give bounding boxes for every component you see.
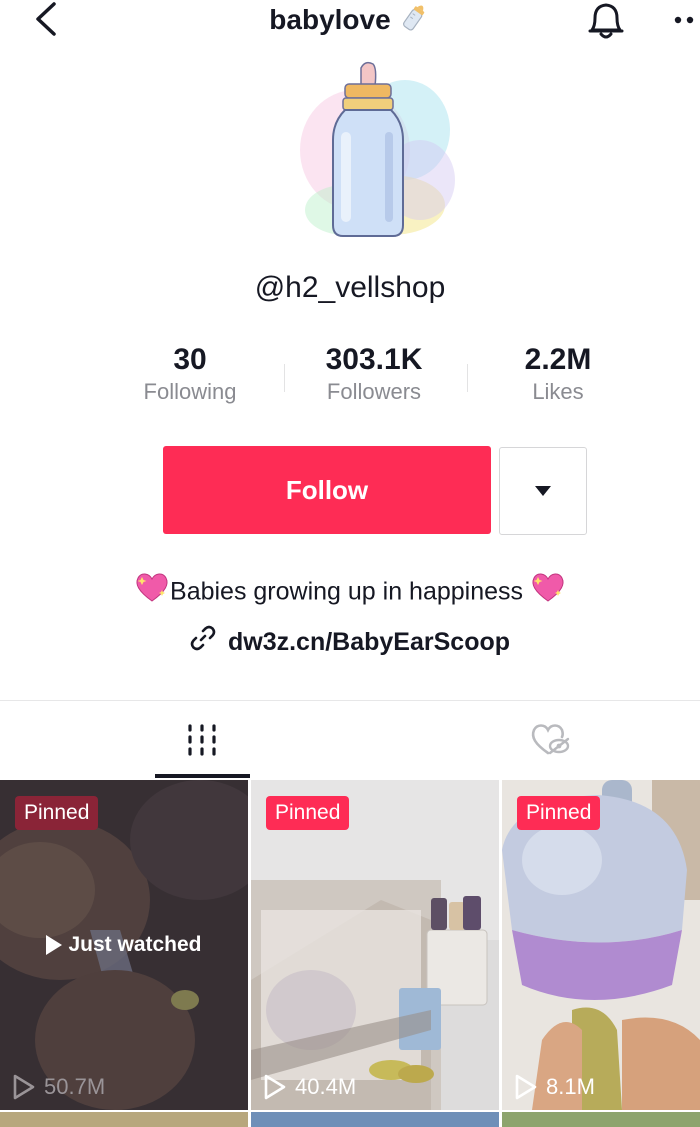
- title-text: babylove: [269, 3, 391, 35]
- bell-icon: [588, 3, 624, 39]
- back-button[interactable]: [26, 0, 66, 40]
- video-tile[interactable]: Pinned 8.1M: [502, 780, 700, 1110]
- bio-text: Babies growing up in happiness: [170, 577, 524, 606]
- follow-button[interactable]: Follow: [163, 446, 491, 534]
- stat-following[interactable]: 30 Following: [100, 342, 280, 406]
- view-count: 40.4M: [263, 1074, 356, 1100]
- videos-grid-icon: [188, 724, 216, 756]
- liked-hidden-icon: [531, 724, 570, 755]
- stat-likes[interactable]: 2.2M Likes: [468, 342, 648, 406]
- chevron-left-icon: [36, 2, 56, 36]
- active-tab-indicator: [155, 774, 250, 778]
- stat-followers[interactable]: 303.1K Followers: [284, 342, 464, 406]
- video-tile-partial[interactable]: [251, 1112, 499, 1127]
- page-title: babylove: [200, 0, 500, 43]
- view-count-text: 40.4M: [295, 1074, 357, 1099]
- likes-label: Likes: [532, 379, 584, 404]
- tab-liked[interactable]: [375, 701, 700, 779]
- video-tile-partial[interactable]: [0, 1112, 248, 1127]
- just-watched-text: Just watched: [68, 933, 202, 956]
- link-icon: [190, 625, 216, 661]
- tab-videos[interactable]: [27, 701, 377, 779]
- followers-count: 303.1K: [325, 343, 423, 376]
- suggested-accounts-button[interactable]: [499, 447, 587, 535]
- view-count: 8.1M: [514, 1074, 595, 1100]
- top-bar: babylove: [0, 0, 700, 40]
- avatar[interactable]: [285, 60, 465, 245]
- pinned-badge: Pinned: [517, 796, 601, 830]
- following-count: 30: [173, 343, 207, 376]
- caret-down-icon: [535, 486, 551, 496]
- link-text: dw3z.cn/BabyEarScoop: [227, 628, 511, 656]
- more-dots-icon: [674, 16, 694, 24]
- view-count: 50.7M: [12, 1074, 105, 1100]
- play-outline-icon: [13, 1074, 35, 1100]
- video-tile-partial[interactable]: [502, 1112, 700, 1127]
- likes-count: 2.2M: [524, 343, 592, 376]
- profile-link[interactable]: dw3z.cn/BabyEarScoop: [0, 624, 700, 661]
- video-tile[interactable]: Pinned Just watched 50.7M: [0, 780, 248, 1110]
- bio: Babies growing up in happiness: [0, 570, 700, 616]
- pinned-badge: Pinned: [15, 796, 99, 830]
- baby-bottle-icon: [397, 0, 431, 43]
- video-tile[interactable]: Pinned 40.4M: [251, 780, 499, 1110]
- play-icon: [46, 935, 63, 956]
- pinned-badge: Pinned: [266, 796, 350, 830]
- followers-label: Followers: [326, 379, 422, 404]
- following-label: Following: [143, 379, 237, 404]
- avatar-baby-bottle-illustration: [300, 61, 455, 237]
- notification-button[interactable]: [582, 0, 630, 40]
- username: @h2_vellshop: [254, 271, 446, 304]
- just-watched-overlay: Just watched: [0, 930, 248, 960]
- view-count-text: 8.1M: [546, 1074, 595, 1099]
- sparkling-heart-icon: [530, 570, 566, 616]
- play-outline-icon: [264, 1074, 286, 1100]
- more-button[interactable]: [670, 12, 700, 28]
- play-outline-icon: [515, 1074, 537, 1100]
- view-count-text: 50.7M: [44, 1074, 106, 1099]
- sparkling-heart-icon: [134, 570, 170, 616]
